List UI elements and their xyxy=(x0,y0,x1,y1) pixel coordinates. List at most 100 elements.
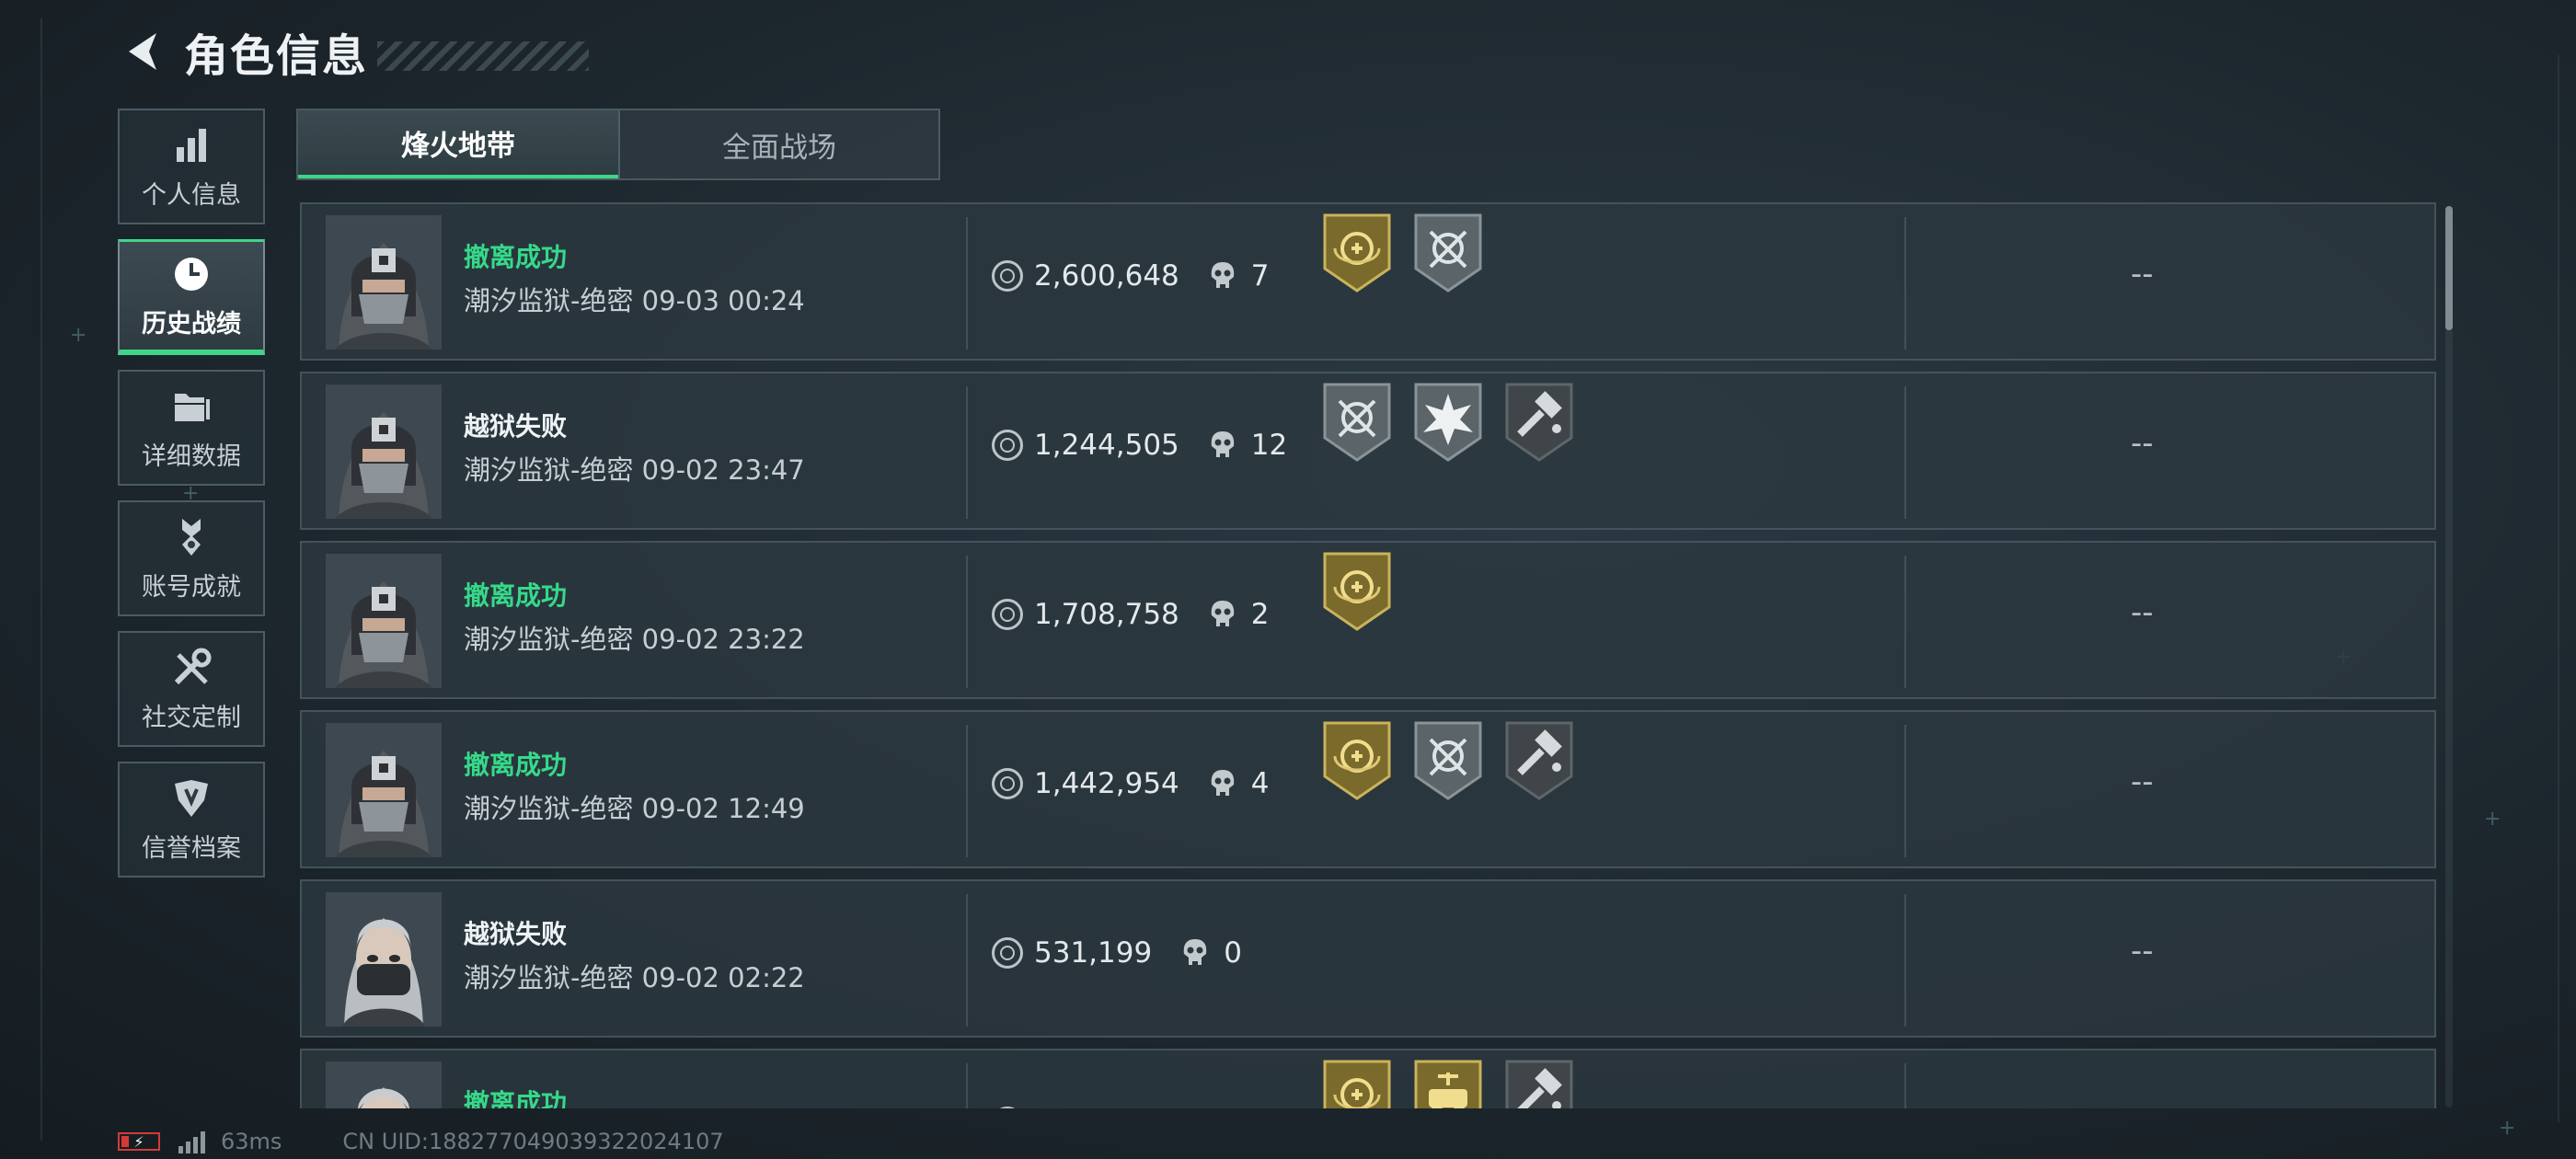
player-avatar xyxy=(326,723,442,857)
match-result: 越狱失败 xyxy=(464,919,568,949)
back-button[interactable] xyxy=(118,28,166,75)
sidebar-item-social-custom[interactable]: 社交定制 xyxy=(118,631,265,747)
loot-value: 531,199 xyxy=(1034,936,1153,970)
dark-hammer-badge[interactable] xyxy=(1503,381,1575,464)
badge-list xyxy=(1321,381,1594,464)
coin-icon xyxy=(992,430,1023,461)
kill-count: 2 xyxy=(1251,1106,1270,1108)
coin-icon xyxy=(992,1107,1023,1108)
record-row[interactable]: 越狱失败 潮汐监狱-绝密 09-02 02:22 531,199 0 -- xyxy=(300,879,2436,1038)
column-divider xyxy=(1904,217,1906,350)
sidebar-item-detailed-data[interactable]: 详细数据 xyxy=(118,370,265,486)
match-history-list[interactable]: 撤离成功 潮汐监狱-绝密 09-03 00:24 2,600,648 7 -- 越狱失败潮… xyxy=(296,202,2460,1108)
kill-count: 12 xyxy=(1250,429,1288,462)
match-stats: 1,244,505 12 xyxy=(992,429,1287,462)
column-divider xyxy=(966,217,968,350)
tools-icon xyxy=(169,646,213,690)
ping-text: 63ms xyxy=(221,1129,282,1154)
grey-target-badge[interactable] xyxy=(1321,381,1393,464)
match-result: 越狱失败 xyxy=(464,411,568,442)
gold-medal-badge[interactable] xyxy=(1321,212,1393,294)
coin-icon xyxy=(992,599,1023,630)
sidebar-item-personal-info[interactable]: 个人信息 xyxy=(118,109,265,224)
bar-chart-icon xyxy=(169,123,213,167)
skull-icon xyxy=(1209,599,1236,630)
shield-icon xyxy=(169,776,213,820)
extra-info: -- xyxy=(2131,1102,2154,1108)
coin-icon xyxy=(992,260,1023,292)
mode-tabs: 烽火地带 全面战场 xyxy=(296,109,940,180)
scroll-thumb[interactable] xyxy=(2445,206,2453,330)
badge-list xyxy=(1321,1058,1594,1108)
record-row[interactable]: 撤离成功 潮汐监狱-绝密 09-02 12:49 1,442,954 4 -- xyxy=(300,710,2436,868)
map-and-time: 潮汐监狱-绝密 09-02 12:49 xyxy=(464,793,805,824)
extra-info: -- xyxy=(2131,256,2154,293)
column-divider xyxy=(966,386,968,519)
sidebar-item-credit-record[interactable]: 信誉档案 xyxy=(118,762,265,878)
grey-explosion-badge[interactable] xyxy=(1412,381,1484,464)
gold-medal-badge[interactable] xyxy=(1321,550,1393,633)
skull-icon xyxy=(1181,937,1209,969)
match-result: 撤离成功 xyxy=(464,580,568,611)
column-divider xyxy=(1904,725,1906,857)
dark-hammer-badge[interactable] xyxy=(1503,1058,1575,1108)
loot-value: 2,600,648 xyxy=(1034,259,1179,293)
column-divider xyxy=(1904,1063,1906,1108)
column-divider xyxy=(1904,556,1906,688)
list-scrollbar[interactable] xyxy=(2445,206,2453,1107)
loot-value: 1,708,758 xyxy=(1034,598,1179,631)
grey-target-badge[interactable] xyxy=(1412,719,1484,802)
column-divider xyxy=(966,894,968,1027)
loot-value: 1,442,954 xyxy=(1034,767,1179,800)
match-stats: 2,600,648 7 xyxy=(992,259,1270,293)
column-divider xyxy=(1904,386,1906,519)
gold-medal-badge[interactable] xyxy=(1321,1058,1393,1108)
player-avatar xyxy=(326,215,442,350)
sidebar-item-match-history[interactable]: 历史战绩 xyxy=(118,239,265,355)
skull-icon xyxy=(1209,768,1236,799)
clock-icon xyxy=(169,252,213,296)
badge-list xyxy=(1321,719,1594,802)
match-result: 撤离成功 xyxy=(464,1088,568,1108)
record-row[interactable]: 撤离成功 潮汐监狱-绝密 09-02 23:22 1,708,758 2 -- xyxy=(300,541,2436,699)
player-avatar xyxy=(326,1061,442,1108)
tab-full-battlefield[interactable]: 全面战场 xyxy=(618,110,938,178)
match-stats: 1,708,758 2 xyxy=(992,598,1270,631)
signal-strength-icon xyxy=(178,1130,208,1153)
sidebar-item-achievements[interactable]: 账号成就 xyxy=(118,500,265,616)
column-divider xyxy=(966,556,968,688)
match-stats: 531,199 0 xyxy=(992,936,1242,970)
achievement-icon xyxy=(169,515,213,559)
skull-icon xyxy=(1209,430,1236,461)
record-row[interactable]: 撤离成功潮汐监狱-绝密 09-02 01:423,870,9362-- xyxy=(300,1049,2436,1108)
tab-fenghuo-zone[interactable]: 烽火地带 xyxy=(298,110,618,178)
gold-medal-badge[interactable] xyxy=(1321,719,1393,802)
column-divider xyxy=(966,1063,968,1108)
player-avatar xyxy=(326,892,442,1027)
folder-icon xyxy=(169,384,213,429)
column-divider xyxy=(1904,894,1906,1027)
skull-icon xyxy=(1209,1107,1236,1108)
dark-hammer-badge[interactable] xyxy=(1503,719,1575,802)
column-divider xyxy=(966,725,968,857)
grey-target-badge[interactable] xyxy=(1412,212,1484,294)
uid-text: CN UID:18827704903932202410​7 xyxy=(342,1129,724,1154)
coin-icon xyxy=(992,937,1023,969)
sidebar: 个人信息 历史战绩 详细数据 账号成就 社交定制 信誉档案 xyxy=(118,109,265,892)
match-stats: 3,870,936 2 xyxy=(992,1106,1270,1108)
kill-count: 2 xyxy=(1250,598,1270,631)
page-header: 角色信息 xyxy=(118,24,590,82)
map-and-time: 潮汐监狱-绝密 09-03 00:24 xyxy=(464,285,805,316)
loot-value: 1,244,505 xyxy=(1034,429,1179,462)
record-row[interactable]: 撤离成功潮汐监狱-绝密 09-03 00:24 2,600,648 7 -- xyxy=(300,202,2436,361)
gold-vehicle-badge[interactable] xyxy=(1412,1058,1484,1108)
loot-value: 3,870,936 xyxy=(1034,1106,1179,1108)
skull-icon xyxy=(1209,260,1236,292)
status-bar: ⚡ 63ms CN UID:18827704903932202410​7 xyxy=(118,1128,724,1155)
match-result: 撤离成功 xyxy=(464,750,568,780)
match-result: 撤离成功 xyxy=(464,242,568,272)
map-and-time: 潮汐监狱-绝密 09-02 23:22 xyxy=(464,624,805,655)
record-row[interactable]: 越狱失败 潮汐监狱-绝密 09-02 23:47 1,244,505 12 -- xyxy=(300,372,2436,530)
extra-info: -- xyxy=(2131,933,2154,970)
kill-count: 7 xyxy=(1250,259,1270,293)
